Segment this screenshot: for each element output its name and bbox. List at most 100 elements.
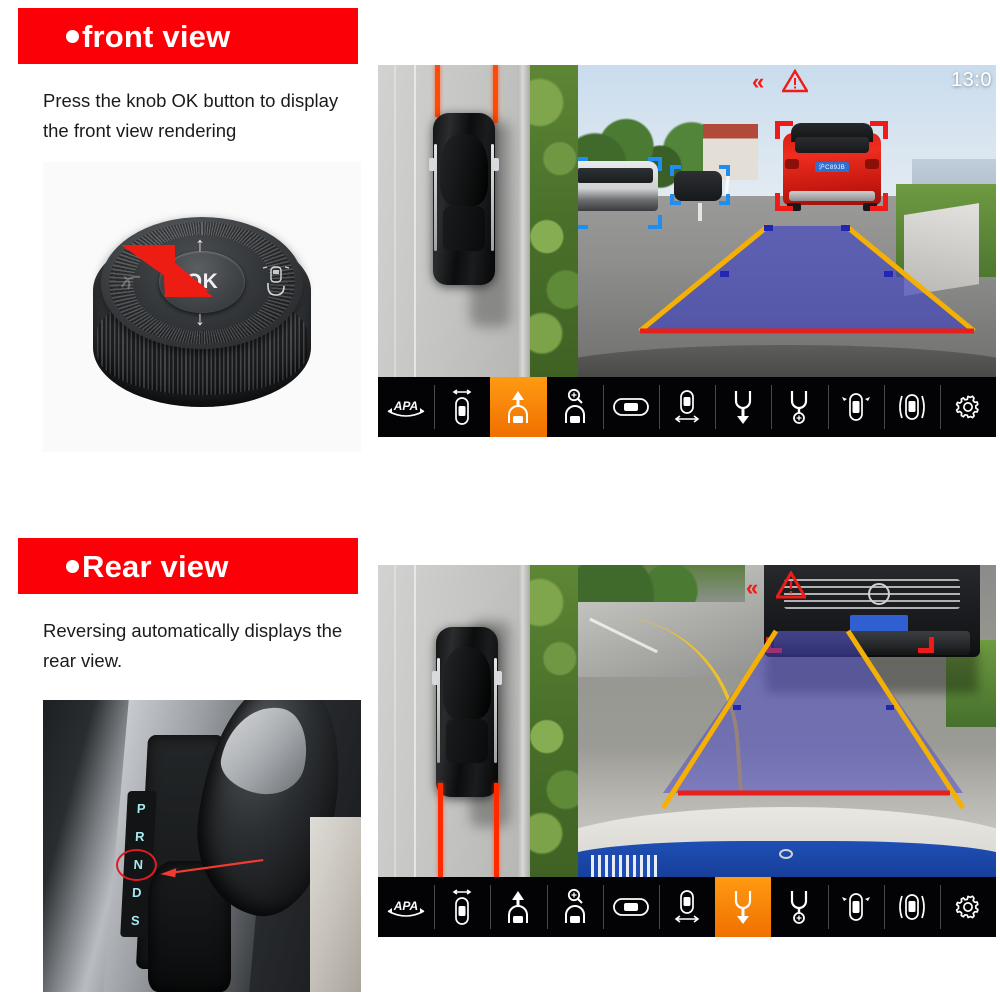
hud-chevron-icon: «: [746, 575, 758, 600]
front-view-icon: [508, 891, 529, 923]
toolbar-item-apa-auto-parking[interactable]: APA: [378, 377, 434, 437]
toolbar-item-front-zoom-view[interactable]: [546, 877, 603, 937]
left-right-view-icon: [841, 393, 870, 421]
apa-icon: APA: [387, 399, 425, 417]
rear-camera-panel[interactable]: «: [578, 565, 996, 877]
left-right-view-icon: [841, 893, 870, 921]
toolbar-item-side-view[interactable]: [658, 377, 715, 437]
header-bullet-icon: [66, 29, 79, 43]
toolbar-item-side-view[interactable]: [658, 877, 715, 937]
toolbar-item-rear-view[interactable]: [715, 877, 772, 937]
birdseye-kerb: [518, 65, 530, 377]
svg-text:APA: APA: [393, 899, 418, 913]
transparent-chassis-view-icon: [898, 894, 925, 920]
detection-bracket-right: [918, 637, 934, 653]
wide-view-icon: [612, 398, 649, 416]
toolbar-item-transparent-chassis-view[interactable]: [883, 377, 940, 437]
front-section-header: front view: [18, 8, 358, 64]
gear-shifter-photo: P R N D S: [43, 700, 361, 992]
birdseye-guide-line-left: [435, 65, 440, 117]
toolbar-item-rear-zoom-view[interactable]: [771, 877, 827, 937]
toolbar-item-apa-auto-parking[interactable]: APA: [378, 877, 434, 937]
camera-bonnet-edge: [578, 345, 996, 377]
front-view-display: 沪C89JB « 13:0 APA: [378, 65, 996, 437]
hud-warning-triangle-icon: [782, 69, 808, 93]
toolbar-item-wide-view[interactable]: [602, 377, 659, 437]
panorama-3d-view-icon: [452, 889, 472, 925]
rear-camera-roadside-trees: [578, 565, 746, 603]
birdseye-lane-marking: [414, 565, 416, 877]
detection-bracket-left: [766, 637, 782, 653]
rear-header-title: Rear view: [82, 548, 229, 584]
birdseye-panel-front[interactable]: [378, 65, 578, 377]
rear-view-icon: [735, 891, 752, 924]
transparent-chassis-view-icon: [898, 394, 925, 420]
gear-icon: [955, 895, 979, 919]
birdseye-lane-marking: [394, 565, 396, 877]
front-camera-panel[interactable]: 沪C89JB « 13:0: [578, 65, 996, 377]
rear-caption: Reversing automatically displays the rea…: [43, 620, 343, 671]
toolbar-item-left-right-view[interactable]: [827, 877, 884, 937]
annotation-arrow-to-reverse-icon: [160, 859, 264, 878]
birdseye-grass: [530, 565, 578, 877]
camera-right-kerb: [904, 202, 980, 296]
gear-icon: [955, 395, 979, 419]
gear-label-p: P: [136, 800, 147, 816]
suv-shadow-on-road: [766, 651, 978, 693]
toolbar-item-settings[interactable]: [939, 877, 996, 937]
birdseye-ego-car: [431, 627, 503, 797]
rear-zoom-view-icon: [791, 891, 808, 924]
rear-section-header: Rear view: [18, 538, 358, 594]
console-right-panel: [310, 816, 361, 992]
toolbar-item-panorama-3d-view[interactable]: [434, 877, 490, 937]
svg-text:APA: APA: [393, 399, 418, 413]
toolbar-item-rear-view[interactable]: [715, 377, 771, 437]
toolbar-item-front-zoom-view[interactable]: [547, 377, 603, 437]
toolbar-item-transparent-chassis-view[interactable]: [883, 877, 940, 937]
detection-bracket-dark-car: [670, 165, 730, 205]
page-root: front view Press the knob OK button to d…: [0, 0, 1000, 1000]
hud-clock: 13:0: [951, 69, 992, 91]
hud-warning-triangle-icon: [776, 571, 806, 599]
rear-view-display: « APA: [378, 565, 996, 937]
ego-car-windscreen: [445, 718, 489, 763]
toolbar-item-front-view[interactable]: [490, 377, 547, 437]
ego-car-right-mirror: [493, 157, 500, 172]
birdseye-kerb: [518, 565, 530, 877]
toolbar-item-panorama-3d-view[interactable]: [434, 377, 490, 437]
knob-view-mode-icon[interactable]: [261, 265, 291, 299]
panorama-3d-view-icon: [452, 389, 472, 425]
suv-brand-emblem-icon: [868, 583, 890, 605]
toolbar-item-rear-zoom-view[interactable]: [771, 377, 827, 437]
ego-car-left-mirror: [428, 157, 435, 172]
rotary-knob-photo: OK ↑ ↓: [43, 162, 361, 452]
wide-view-icon: [612, 898, 649, 916]
toolbar-item-left-right-view[interactable]: [827, 377, 884, 437]
birdseye-grass: [530, 65, 578, 377]
toolbar-item-wide-view[interactable]: [602, 877, 659, 937]
toolbar-item-front-view[interactable]: [490, 877, 546, 937]
header-bullet-icon: [66, 559, 79, 573]
birdseye-guide-line-left: [438, 783, 443, 877]
hud-chevron-icon: «: [752, 69, 764, 94]
ego-car-windscreen: [442, 205, 486, 251]
birdseye-lane-marking: [414, 65, 416, 377]
gear-label-r: R: [134, 828, 145, 844]
ego-car-roof: [443, 647, 491, 719]
rear-view-icon: [735, 391, 752, 424]
plate-decal-left: [590, 855, 658, 877]
front-zoom-view-icon: [564, 388, 585, 423]
birdseye-panel-rear[interactable]: [378, 565, 578, 877]
birdseye-ego-car: [428, 113, 500, 285]
side-view-icon: [674, 890, 700, 923]
birdseye-lane-marking: [394, 65, 396, 377]
camera-lane-marking: [698, 203, 702, 221]
plate-screw-icon: [778, 849, 793, 859]
rear-display-toolbar[interactable]: APA: [378, 877, 996, 937]
front-display-toolbar[interactable]: APA: [378, 377, 996, 437]
birdseye-guide-line-right: [494, 783, 499, 877]
side-view-icon: [674, 390, 700, 423]
toolbar-item-settings[interactable]: [939, 377, 996, 437]
ego-car-roof: [440, 133, 488, 206]
front-view-icon: [508, 391, 529, 423]
